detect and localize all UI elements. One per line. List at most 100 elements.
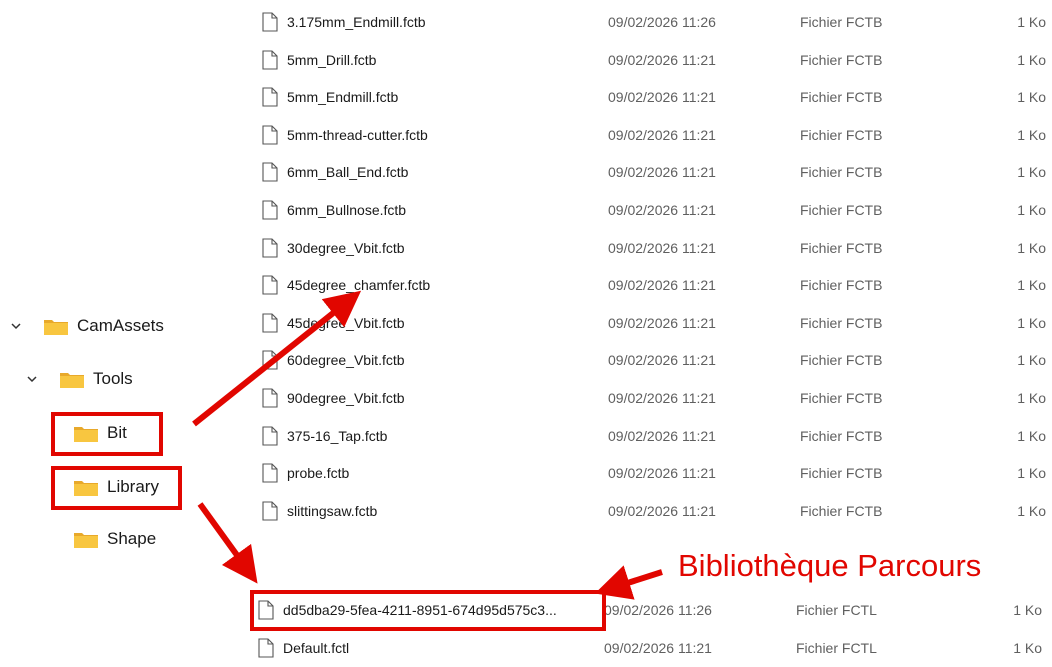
file-name: 90degree_Vbit.fctb (287, 390, 405, 406)
file-size: 1 Ko (1017, 502, 1046, 519)
file-type: Fichier FCTB (800, 89, 883, 106)
file-row[interactable]: 60degree_Vbit.fctb 09/02/2026 11:21 Fichie… (262, 341, 1052, 379)
chevron-down-icon[interactable] (10, 320, 22, 332)
highlight-box-bit (51, 412, 163, 456)
folder-icon (44, 318, 68, 335)
file-icon (262, 238, 278, 258)
file-type: Fichier FCTB (800, 239, 883, 256)
file-date: 09/02/2026 11:21 (608, 390, 716, 406)
file-icon (258, 638, 274, 658)
highlight-box-library (51, 466, 182, 510)
file-type: Fichier FCTB (800, 126, 883, 143)
file-row[interactable]: Default.fctl 09/02/2026 11:21 Fichier FCTL… (258, 629, 1048, 667)
file-date: 09/02/2026 11:21 (608, 277, 716, 294)
file-row[interactable]: slittingsaw.fctb 09/02/2026 11:21 Fichier … (262, 492, 1052, 530)
file-row[interactable]: 6mm_Ball_End.fctb 09/02/2026 11:21 Fichier… (262, 153, 1052, 191)
tree-item-label: Shape (107, 529, 157, 548)
tree-item-tools[interactable]: Tools (26, 366, 133, 392)
file-type: Fichier FCTL (796, 602, 877, 618)
file-date: 09/02/2026 11:21 (608, 51, 716, 68)
file-size: 1 Ko (1017, 465, 1046, 482)
file-name: probe.fctb (287, 465, 350, 482)
file-icon (262, 50, 278, 70)
chevron-down-icon[interactable] (26, 373, 38, 385)
file-type: Fichier FCTB (800, 427, 883, 444)
file-icon (262, 200, 278, 220)
file-date: 09/02/2026 11:26 (604, 602, 712, 618)
tree-item-label: Tools (93, 369, 133, 388)
file-size: 1 Ko (1017, 51, 1046, 68)
file-type: Fichier FCTB (800, 314, 883, 331)
annotation-callout: Bibliothèque Parcours (678, 548, 982, 583)
file-date: 09/02/2026 11:21 (608, 314, 716, 331)
file-name: 5mm_Drill.fctb (287, 51, 377, 68)
file-type: Fichier FCTB (800, 465, 883, 482)
file-icon (262, 426, 278, 446)
file-name: 375-16_Tap.fctb (287, 427, 388, 444)
file-type: Fichier FCTB (800, 51, 883, 68)
file-name: 6mm_Ball_End.fctb (287, 164, 409, 181)
tree-item-shape[interactable]: Shape (74, 526, 156, 552)
file-date: 09/02/2026 11:21 (608, 239, 716, 256)
file-icon (262, 388, 278, 408)
file-name: 5mm_Endmill.fctb (287, 89, 399, 106)
file-size: 1 Ko (1017, 126, 1046, 143)
file-date: 09/02/2026 11:21 (608, 126, 716, 143)
file-type: Fichier FCTB (800, 202, 883, 218)
file-type: Fichier FCTB (800, 390, 883, 406)
file-size: 1 Ko (1017, 352, 1046, 369)
file-type: Fichier FCTB (800, 352, 883, 369)
file-name: 3.175mm_Endmill.fctb (287, 14, 426, 30)
file-date: 09/02/2026 11:21 (608, 352, 716, 369)
file-icon (262, 350, 278, 370)
file-row[interactable]: 6mm_Bullnose.fctb 09/02/2026 11:21 Fichier… (262, 191, 1052, 229)
highlight-box-library-file (250, 590, 606, 631)
file-row[interactable]: 30degree_Vbit.fctb 09/02/2026 11:21 Fichie… (262, 229, 1052, 267)
file-type: Fichier FCTB (800, 277, 883, 294)
file-size: 1 Ko (1013, 602, 1042, 618)
file-row[interactable]: 45degree_chamfer.fctb 09/02/2026 11:21 Fic… (262, 266, 1052, 304)
file-date: 09/02/2026 11:21 (608, 465, 716, 482)
file-row[interactable]: 5mm_Drill.fctb 09/02/2026 11:21 Fichier FC… (262, 41, 1052, 79)
file-date: 09/02/2026 11:21 (608, 164, 716, 181)
file-row[interactable]: 90degree_Vbit.fctb 09/02/2026 11:21 Fichie… (262, 379, 1052, 417)
file-size: 1 Ko (1017, 314, 1046, 331)
file-size: 1 Ko (1017, 427, 1046, 444)
file-icon (262, 12, 278, 32)
file-date: 09/02/2026 11:21 (608, 89, 716, 106)
file-row[interactable]: 5mm-thread-cutter.fctb 09/02/2026 11:21 Fi… (262, 116, 1052, 154)
file-icon (262, 87, 278, 107)
file-date: 09/02/2026 11:21 (608, 427, 716, 444)
file-icon (262, 463, 278, 483)
file-size: 1 Ko (1017, 277, 1046, 294)
file-size: 1 Ko (1017, 390, 1046, 406)
file-icon (262, 162, 278, 182)
arrow-library-to-file (197, 502, 258, 584)
file-name: 45degree_Vbit.fctb (287, 314, 405, 331)
file-icon (262, 313, 278, 333)
file-type: Fichier FCTB (800, 14, 883, 30)
tree-item-camassets[interactable]: CamAssets (10, 313, 164, 339)
folder-icon (74, 531, 98, 548)
file-date: 09/02/2026 11:21 (608, 502, 716, 519)
file-date: 09/02/2026 11:26 (608, 14, 716, 30)
file-name: 5mm-thread-cutter.fctb (287, 126, 428, 143)
file-icon (262, 125, 278, 145)
file-size: 1 Ko (1017, 14, 1046, 30)
tree-item-label: CamAssets (77, 316, 164, 335)
file-type: Fichier FCTB (800, 164, 883, 181)
file-name: slittingsaw.fctb (287, 502, 378, 519)
file-row[interactable]: 5mm_Endmill.fctb 09/02/2026 11:21 Fichier … (262, 78, 1052, 116)
file-name: 6mm_Bullnose.fctb (287, 202, 407, 218)
file-row[interactable]: 45degree_Vbit.fctb 09/02/2026 11:21 Fichie… (262, 304, 1052, 342)
file-row[interactable]: 375-16_Tap.fctb 09/02/2026 11:21 Fichier F… (262, 417, 1052, 455)
file-icon (262, 275, 278, 295)
file-date: 09/02/2026 11:21 (608, 202, 716, 218)
file-row[interactable]: 3.175mm_Endmill.fctb 09/02/2026 11:26 Fich… (262, 3, 1052, 41)
file-row[interactable]: probe.fctb 09/02/2026 11:21 Fichier FCTB 1 … (262, 454, 1052, 492)
file-icon (262, 501, 278, 521)
file-name: 30degree_Vbit.fctb (287, 239, 405, 256)
file-size: 1 Ko (1017, 164, 1046, 181)
file-size: 1 Ko (1017, 89, 1046, 106)
file-size: 1 Ko (1017, 239, 1046, 256)
